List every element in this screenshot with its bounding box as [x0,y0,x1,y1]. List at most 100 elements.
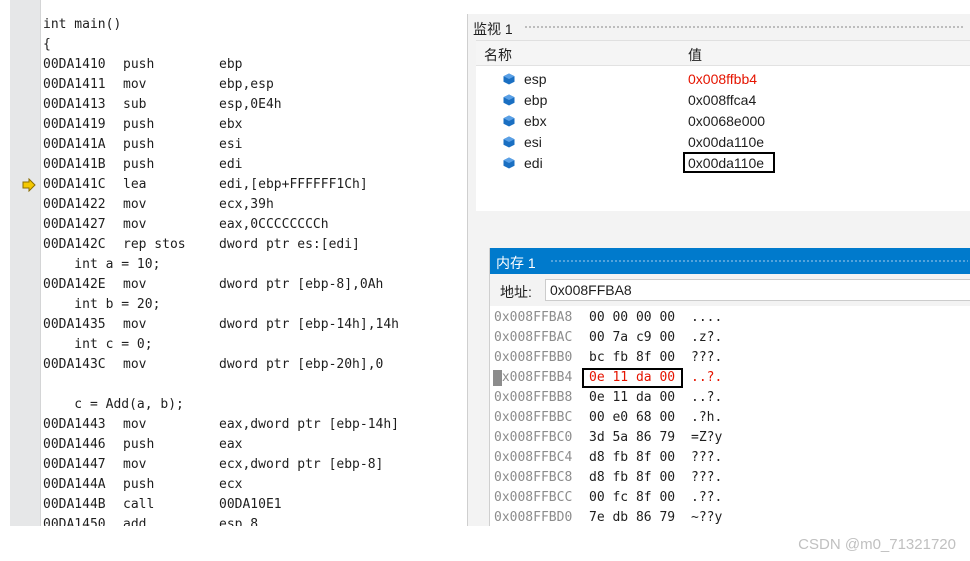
watch-grid[interactable]: 名称 值 esp 0x008ffbb4 ebp 0x008ffca4 ebx 0x0068… [476,40,970,211]
disassembly-pane[interactable]: int main(){00DA1410 push ebp 00DA1411 mov ebp… [10,0,466,526]
memory-row-bytes[interactable]: 00 00 00 00 [589,308,675,328]
memory-row-ascii[interactable]: ..?. [691,388,722,408]
watch-row[interactable]: esp 0x008ffbb4 [476,69,970,90]
asm-operands: dword ptr [ebp-14h],14h [219,317,400,332]
watch-var-value[interactable]: 0x008ffbb4 [688,71,757,87]
asm-operands: esp,0E4h [219,97,282,112]
asm-mnemonic: mov [123,197,147,212]
variable-object-icon [503,115,515,127]
variable-object-icon [503,94,515,106]
watermark: CSDN @m0_71321720 [798,536,956,553]
source-line[interactable]: int b = 20; [43,295,160,315]
asm-address: 00DA1411 [43,77,106,92]
memory-row[interactable]: 0x008FFBC0 3d 5a 86 79 =Z?y [490,428,970,448]
asm-address: 00DA144A [43,477,106,492]
asm-address: 00DA1435 [43,317,106,332]
asm-mnemonic: mov [123,277,147,292]
watch-row[interactable]: edi 0x00da110e [476,152,970,174]
asm-operands: esp,8 [219,517,259,526]
memory-row-address: 0x008FFBB4 [494,370,573,385]
memory-address-input[interactable] [545,279,970,301]
watch-var-value[interactable]: 0x008ffca4 [688,92,756,108]
watch-var-name: ebx [524,113,547,129]
source-line[interactable]: { [43,35,51,55]
memory-row-ascii[interactable]: ???. [691,468,722,488]
memory-row-bytes[interactable]: d8 fb 8f 00 [589,468,675,488]
memory-row-ascii[interactable]: ~??y [691,508,722,528]
watch-title-bar[interactable]: 监视 1 [468,14,970,40]
watch-row[interactable]: ebp 0x008ffca4 [476,90,970,111]
asm-mnemonic: mov [123,77,147,92]
memory-row-bytes[interactable]: 0e 11 da 00 [589,368,675,388]
memory-row-ascii[interactable]: .?h. [691,408,722,428]
asm-operands: eax,dword ptr [ebp-14h] [219,417,400,432]
memory-row-ascii[interactable]: ???. [691,348,722,368]
memory-row-bytes[interactable]: bc fb 8f 00 [589,348,675,368]
memory-row-bytes[interactable]: 7e db 86 79 [589,508,675,528]
memory-row-ascii[interactable]: .z?. [691,328,722,348]
memory-title-bar[interactable]: 内存 1 [490,248,970,274]
asm-mnemonic: push [123,117,155,132]
memory-row[interactable]: 0x008FFBC8 d8 fb 8f 00???. [490,468,970,488]
watch-row[interactable]: ebx 0x0068e000 [476,111,970,132]
memory-row-ascii[interactable]: .... [691,308,722,328]
memory-title-grip [550,259,968,264]
asm-mnemonic: lea [123,177,147,192]
asm-mnemonic: push [123,477,155,492]
memory-row[interactable]: 0x008FFBAC 00 7a c9 00 .z?. [490,328,970,348]
watch-var-value[interactable]: 0x0068e000 [688,113,765,129]
asm-address: 00DA141B [43,157,106,172]
asm-mnemonic: rep stos [123,237,186,252]
watch-row[interactable]: esi 0x00da110e [476,132,970,153]
memory-row[interactable]: 0x008FFBCC 00 fc 8f 00.??. [490,488,970,508]
source-line[interactable]: int main() [43,15,121,35]
memory-row[interactable]: 0x008FFBB8 0e 11 da 00..?. [490,388,970,408]
watch-col-name-header[interactable]: 名称 [484,45,512,65]
watch-header: 名称 值 [476,41,970,66]
memory-row-ascii[interactable]: .??. [691,488,722,508]
asm-operands: dword ptr [ebp-20h],0 [219,357,384,372]
watch-var-name: esp [524,71,547,87]
memory-row-bytes[interactable]: 00 e0 68 00 [589,408,675,428]
asm-address: 00DA143C [43,357,106,372]
memory-title: 内存 1 [496,255,536,271]
watch-var-value[interactable]: 0x00da110e [688,134,764,150]
asm-operands: ebx [219,117,243,132]
memory-row-ascii[interactable]: ..?. [691,368,722,388]
memory-row-bytes[interactable]: 00 fc 8f 00 [589,488,675,508]
source-line[interactable]: c = Add(a, b); [43,395,184,415]
watch-col-value-header[interactable]: 值 [688,45,702,65]
highlight-box [683,152,775,173]
memory-row[interactable]: 0x008FFBD0 7e db 86 79 ~??y [490,508,970,528]
memory-row-address: 0x008FFBA8 [494,310,573,325]
memory-row[interactable]: 0x008FFBBC 00 e0 68 00 .?h. [490,408,970,428]
memory-row-address: 0x008FFBC8 [494,470,573,485]
asm-mnemonic: sub [123,97,147,112]
memory-row[interactable]: 0x008FFBB4 0e 11 da 00..?. [490,368,970,388]
memory-row-bytes[interactable]: 3d 5a 86 79 [589,428,675,448]
memory-row[interactable]: 0x008FFBB0 bc fb 8f 00???. [490,348,970,368]
asm-address: 00DA1419 [43,117,106,132]
asm-operands: ebp,esp [219,77,274,92]
breakpoint-gutter[interactable] [10,0,41,526]
asm-mnemonic: mov [123,317,147,332]
memory-row-bytes[interactable]: 0e 11 da 00 [589,388,675,408]
source-line[interactable]: int c = 0; [43,335,152,355]
asm-address: 00DA1450 [43,517,106,526]
memory-row-address: 0x008FFBC0 [494,430,573,445]
memory-address-bar: 地址: [490,274,970,306]
memory-row-address: 0x008FFBB0 [494,350,573,365]
memory-row-bytes[interactable]: d8 fb 8f 00 [589,448,675,468]
memory-row[interactable]: 0x008FFBC4 d8 fb 8f 00???. [490,448,970,468]
memory-row[interactable]: 0x008FFBA8 00 00 00 00.... [490,308,970,328]
memory-row-bytes[interactable]: 00 7a c9 00 [589,328,675,348]
memory-row-ascii[interactable]: ???. [691,448,722,468]
watch-var-name: ebp [524,92,548,108]
source-line[interactable]: int a = 10; [43,255,160,275]
memory-window[interactable]: 内存 1 地址: 0x008FFBA800 00 00 00....0x008F… [489,248,970,526]
memory-row-ascii[interactable]: =Z?y [691,428,722,448]
watch-var-name: esi [524,134,542,150]
asm-address: 00DA1427 [43,217,106,232]
variable-object-icon [503,157,515,169]
asm-mnemonic: call [123,497,155,512]
